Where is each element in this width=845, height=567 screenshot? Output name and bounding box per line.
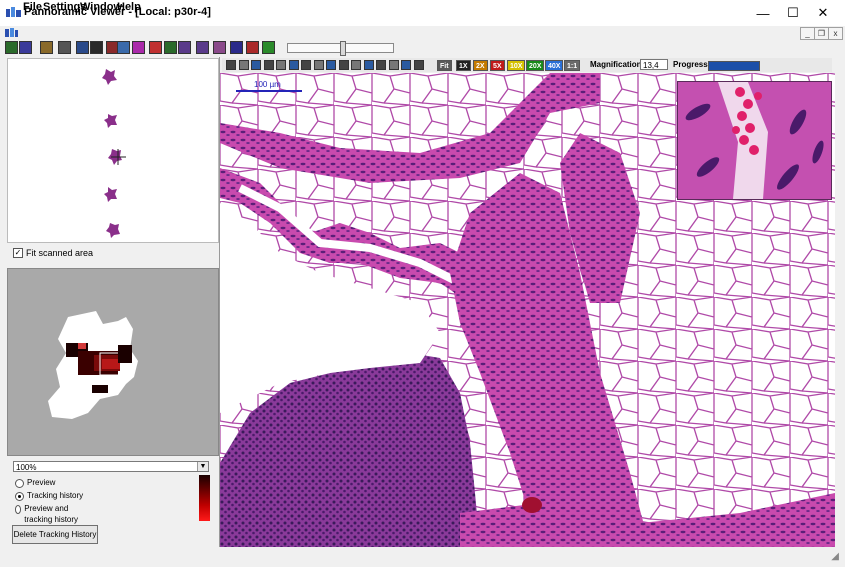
filter-icon[interactable] bbox=[213, 41, 226, 54]
fit-scanned-area-row[interactable]: ✓ Fit scanned area bbox=[13, 248, 93, 258]
progress-fill bbox=[709, 62, 759, 70]
menu-bar bbox=[0, 26, 845, 40]
slide-icon[interactable] bbox=[196, 41, 209, 54]
zoom-in-icon[interactable] bbox=[230, 41, 243, 54]
radio-preview-and-tracking-label: Preview and tracking history bbox=[24, 504, 79, 524]
rect-icon[interactable] bbox=[263, 60, 274, 70]
search-icon[interactable] bbox=[413, 60, 424, 70]
polygon-icon[interactable] bbox=[288, 60, 299, 70]
status-bar: ◢ bbox=[0, 548, 845, 567]
arrow-icon[interactable] bbox=[301, 60, 311, 70]
zoom-select[interactable]: 100% ▼ bbox=[13, 461, 209, 472]
doc-icon bbox=[5, 28, 18, 37]
radio-tracking-history[interactable] bbox=[15, 492, 24, 501]
magnification-label: Magnification: bbox=[590, 60, 645, 69]
mdi-restore-button[interactable]: ❐ bbox=[814, 27, 829, 40]
radio-preview-and-tracking[interactable] bbox=[15, 505, 22, 514]
save-icon[interactable] bbox=[19, 41, 32, 54]
menu-file[interactable]: File bbox=[23, 1, 42, 13]
zoom-out-icon[interactable] bbox=[246, 41, 259, 54]
radio-tracking-history-row[interactable]: Tracking history bbox=[15, 490, 83, 501]
zoom-icon[interactable] bbox=[238, 60, 249, 70]
progress-label: Progress: bbox=[673, 60, 711, 69]
mag-button-40x[interactable]: 40X bbox=[545, 60, 564, 71]
mag-button-2x[interactable]: 2X bbox=[473, 60, 488, 71]
app-icon bbox=[6, 7, 21, 17]
text-icon[interactable] bbox=[313, 60, 324, 70]
measure-icon[interactable] bbox=[90, 41, 103, 54]
mdi-minimize-button[interactable]: _ bbox=[800, 27, 815, 40]
magnification-field[interactable]: 13,4 bbox=[640, 59, 668, 70]
mag-button-1-1[interactable]: 1:1 bbox=[564, 60, 581, 71]
overview-image bbox=[48, 311, 138, 419]
compare-icon[interactable] bbox=[164, 41, 177, 54]
mdi-close-button[interactable]: x bbox=[828, 27, 843, 40]
radio-tracking-history-label: Tracking history bbox=[27, 491, 84, 500]
angle-icon[interactable] bbox=[338, 60, 349, 70]
thumbnail-image bbox=[102, 69, 126, 238]
slide-icon[interactable] bbox=[178, 41, 191, 54]
ruler-icon[interactable] bbox=[326, 60, 336, 70]
marker-icon[interactable] bbox=[132, 41, 145, 54]
chevron-down-icon[interactable]: ▼ bbox=[197, 462, 208, 471]
close-button[interactable]: ✕ bbox=[800, 0, 845, 26]
camera-icon[interactable] bbox=[376, 60, 386, 70]
back-arrow-icon[interactable] bbox=[262, 41, 275, 54]
pan-icon[interactable] bbox=[226, 60, 236, 70]
print-icon[interactable] bbox=[40, 41, 53, 54]
radio-preview[interactable] bbox=[15, 479, 24, 488]
scale-bar-label: 100 µm bbox=[254, 80, 281, 89]
scale-bar bbox=[236, 90, 302, 92]
cut-icon[interactable] bbox=[149, 41, 162, 54]
marker-icon[interactable] bbox=[351, 60, 361, 70]
menu-help[interactable]: Help bbox=[117, 1, 141, 13]
delete-tracking-history-button[interactable]: Delete Tracking History bbox=[12, 525, 98, 544]
annotation-icon[interactable] bbox=[76, 41, 89, 54]
radio-preview-label: Preview bbox=[27, 478, 56, 487]
info-icon[interactable] bbox=[401, 60, 411, 70]
mag-button-1x[interactable]: 1X bbox=[456, 60, 471, 71]
overview-map[interactable] bbox=[7, 268, 219, 456]
progress-bar bbox=[708, 61, 760, 71]
slide-thumbnail-strip[interactable] bbox=[7, 58, 219, 243]
export-icon[interactable] bbox=[388, 60, 399, 70]
inset-image bbox=[678, 82, 831, 199]
open-icon[interactable] bbox=[5, 41, 18, 54]
magnified-inset bbox=[677, 81, 832, 200]
menu-window[interactable]: Window bbox=[80, 1, 122, 13]
zoom-slider[interactable] bbox=[287, 41, 394, 56]
mag-button-20x[interactable]: 20X bbox=[526, 60, 545, 71]
mag-button-5x[interactable]: 5X bbox=[490, 60, 505, 71]
layers-icon[interactable] bbox=[363, 60, 374, 70]
layout-icon[interactable] bbox=[117, 41, 130, 54]
fit-scanned-area-label: Fit scanned area bbox=[26, 248, 94, 258]
radio-preview-and-tracking-row[interactable]: Preview and tracking history bbox=[15, 503, 85, 525]
tracking-color-legend bbox=[199, 475, 210, 521]
fit-scanned-area-checkbox[interactable]: ✓ bbox=[13, 248, 23, 258]
annotation-icon[interactable] bbox=[251, 60, 261, 70]
vertical-scrollbar[interactable] bbox=[835, 73, 845, 547]
zoom-select-value: 100% bbox=[16, 463, 37, 472]
camera-icon[interactable] bbox=[58, 41, 71, 54]
resize-grip-icon[interactable]: ◢ bbox=[831, 551, 839, 562]
radio-preview-row[interactable]: Preview bbox=[15, 477, 55, 488]
mag-button-fit[interactable]: Fit bbox=[437, 60, 452, 71]
slider-thumb[interactable] bbox=[340, 41, 346, 56]
ellipse-icon[interactable] bbox=[276, 60, 286, 70]
mag-button-10x[interactable]: 10X bbox=[507, 60, 526, 71]
